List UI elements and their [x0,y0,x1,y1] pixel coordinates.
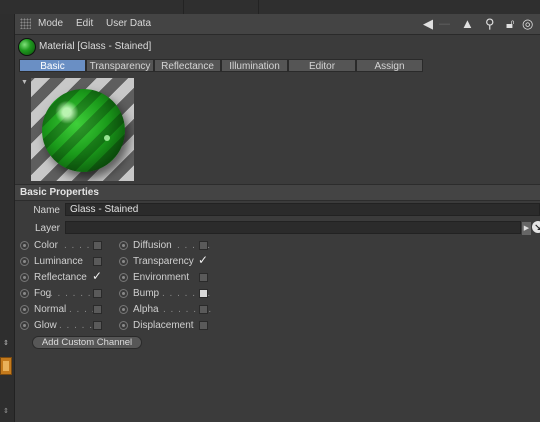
lock-icon[interactable]: 🔓︎ [506,16,514,32]
menu-bar: Mode Edit User Data ◀ — ▲ ⚲ 🔓︎ ◎ [15,14,540,35]
channel-radio[interactable] [119,289,128,298]
channel-radio[interactable] [20,321,29,330]
channel-luminance[interactable]: Luminance [20,255,110,269]
tab-transparency[interactable]: Transparency [86,59,154,72]
channel-checkbox[interactable] [93,289,102,298]
channel-checkbox[interactable] [199,289,208,298]
layer-field[interactable] [65,221,521,234]
resize-handle-icon[interactable]: ⇕ [3,407,9,415]
up-arrow-icon[interactable]: ▲ [461,16,474,32]
menu-mode[interactable]: Mode [38,18,63,29]
strip-divider [183,0,184,14]
channel-environment[interactable]: Environment [119,271,214,285]
channel-checkbox[interactable] [199,241,208,250]
attribute-panel: Material [Glass - Stained] Basic Transpa… [15,35,540,422]
tab-illumination[interactable]: Illumination [221,59,288,72]
channel-normal[interactable]: Normal . . . . [20,303,110,317]
channel-label: Environment [133,272,190,283]
name-label: Name [33,205,60,216]
add-custom-channel-button[interactable]: Add Custom Channel [32,336,142,349]
channel-checkbox[interactable] [93,241,102,250]
channel-radio[interactable] [119,305,128,314]
layer-menu-arrow-icon[interactable]: ▶ [522,222,531,235]
menu-edit[interactable]: Edit [76,18,93,29]
channel-checkbox[interactable] [93,305,102,314]
channel-radio[interactable] [119,257,128,266]
channel-dots: . . . . . . . [50,288,100,299]
resize-handle-icon[interactable]: ⇕ [3,339,11,347]
channel-fog[interactable]: Fog . . . . . . . [20,287,110,301]
tab-editor[interactable]: Editor [288,59,356,72]
search-icon[interactable]: ⚲ [485,16,495,32]
channel-label: Displacement [133,320,194,331]
channel-checkmark-icon[interactable]: ✓ [198,253,208,267]
channel-label: Glow [34,320,57,331]
channel-bump[interactable]: Bump . . . . . . . [119,287,214,301]
grip-icon[interactable] [20,18,31,29]
menu-user-data[interactable]: User Data [106,18,151,29]
channel-radio[interactable] [20,305,29,314]
channel-alpha[interactable]: Alpha . . . . . . . [119,303,214,317]
channel-diffusion[interactable]: Diffusion . . . . . [119,239,214,253]
tab-assign[interactable]: Assign [356,59,423,72]
channel-label: Transparency [133,256,194,267]
channel-label: Luminance [34,256,83,267]
channel-checkbox[interactable] [93,257,102,266]
preview-expand-icon[interactable]: ▼ [21,79,28,86]
channel-dots: . . . . [69,304,96,315]
channel-radio[interactable] [20,273,29,282]
channel-checkbox[interactable] [93,321,102,330]
channel-label: Alpha [133,304,159,315]
channel-label: Color [34,240,58,251]
channel-reflectance[interactable]: Reflectance ✓ [20,269,110,285]
channel-label: Reflectance [34,272,87,283]
forward-line-icon: — [439,18,450,30]
section-header[interactable]: Basic Properties [15,184,540,201]
channel-checkbox[interactable] [199,321,208,330]
channel-label: Bump [133,288,160,299]
section-title: Basic Properties [20,187,99,198]
channel-transparency[interactable]: Transparency ✓ [119,253,214,269]
channel-displacement[interactable]: Displacement [119,319,214,333]
layer-picker-icon[interactable]: ↘ [532,221,540,233]
channel-label: Normal [34,304,67,315]
channel-radio[interactable] [20,241,29,250]
channel-radio[interactable] [119,273,128,282]
channel-label: Fog [34,288,52,299]
channel-radio[interactable] [20,289,29,298]
material-header: Material [Glass - Stained] [15,37,540,57]
channel-radio[interactable] [119,241,128,250]
preview-sphere [42,89,125,172]
back-arrow-icon[interactable]: ◀ [423,16,433,32]
channel-color[interactable]: Color . . . . . [20,239,110,253]
channel-radio[interactable] [20,257,29,266]
layer-label: Layer [34,223,60,234]
material-thumbnail [18,38,36,56]
tab-reflectance[interactable]: Reflectance [154,59,221,72]
name-field[interactable]: Glass - Stained [65,203,540,216]
strip-divider [258,0,259,14]
material-title: Material [Glass - Stained] [39,41,152,52]
layer-manager-icon[interactable] [0,357,12,375]
channel-glow[interactable]: Glow . . . . . . [20,319,110,333]
channel-label: Diffusion [133,240,172,251]
channel-checkmark-icon[interactable]: ✓ [92,269,102,283]
top-strip [0,0,540,14]
preview-highlight [104,135,110,141]
material-preview[interactable] [31,78,134,181]
channel-radio[interactable] [119,321,128,330]
channel-checkbox[interactable] [199,273,208,282]
target-icon[interactable]: ◎ [522,16,533,32]
channel-checkbox[interactable] [199,305,208,314]
tab-basic[interactable]: Basic [19,59,86,72]
